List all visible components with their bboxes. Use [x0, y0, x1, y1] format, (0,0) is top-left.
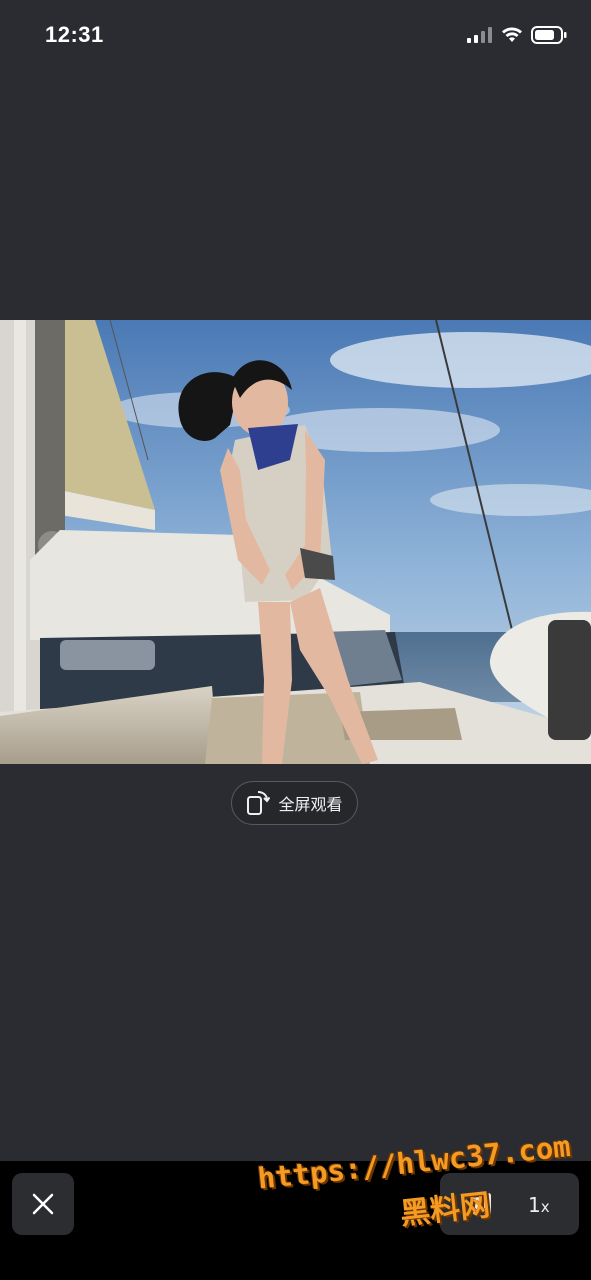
watermark-url: https://hlwc37.com — [256, 1129, 573, 1196]
wifi-icon — [502, 27, 522, 42]
close-icon — [32, 1193, 54, 1215]
watermark-name: 黑料网 — [398, 1187, 492, 1233]
rotate-phone-icon — [247, 791, 271, 815]
video-frame[interactable] — [0, 320, 591, 764]
battery-icon — [531, 26, 567, 44]
fullscreen-button[interactable]: 全屏观看 — [231, 781, 358, 825]
status-bar: 12:31 — [0, 0, 591, 70]
status-icons — [467, 24, 567, 46]
video-frame-image — [0, 320, 591, 764]
close-button[interactable] — [12, 1173, 74, 1235]
fullscreen-label: 全屏观看 — [278, 795, 343, 814]
cellular-signal-icon — [467, 27, 492, 43]
status-time: 12:31 — [45, 22, 104, 47]
